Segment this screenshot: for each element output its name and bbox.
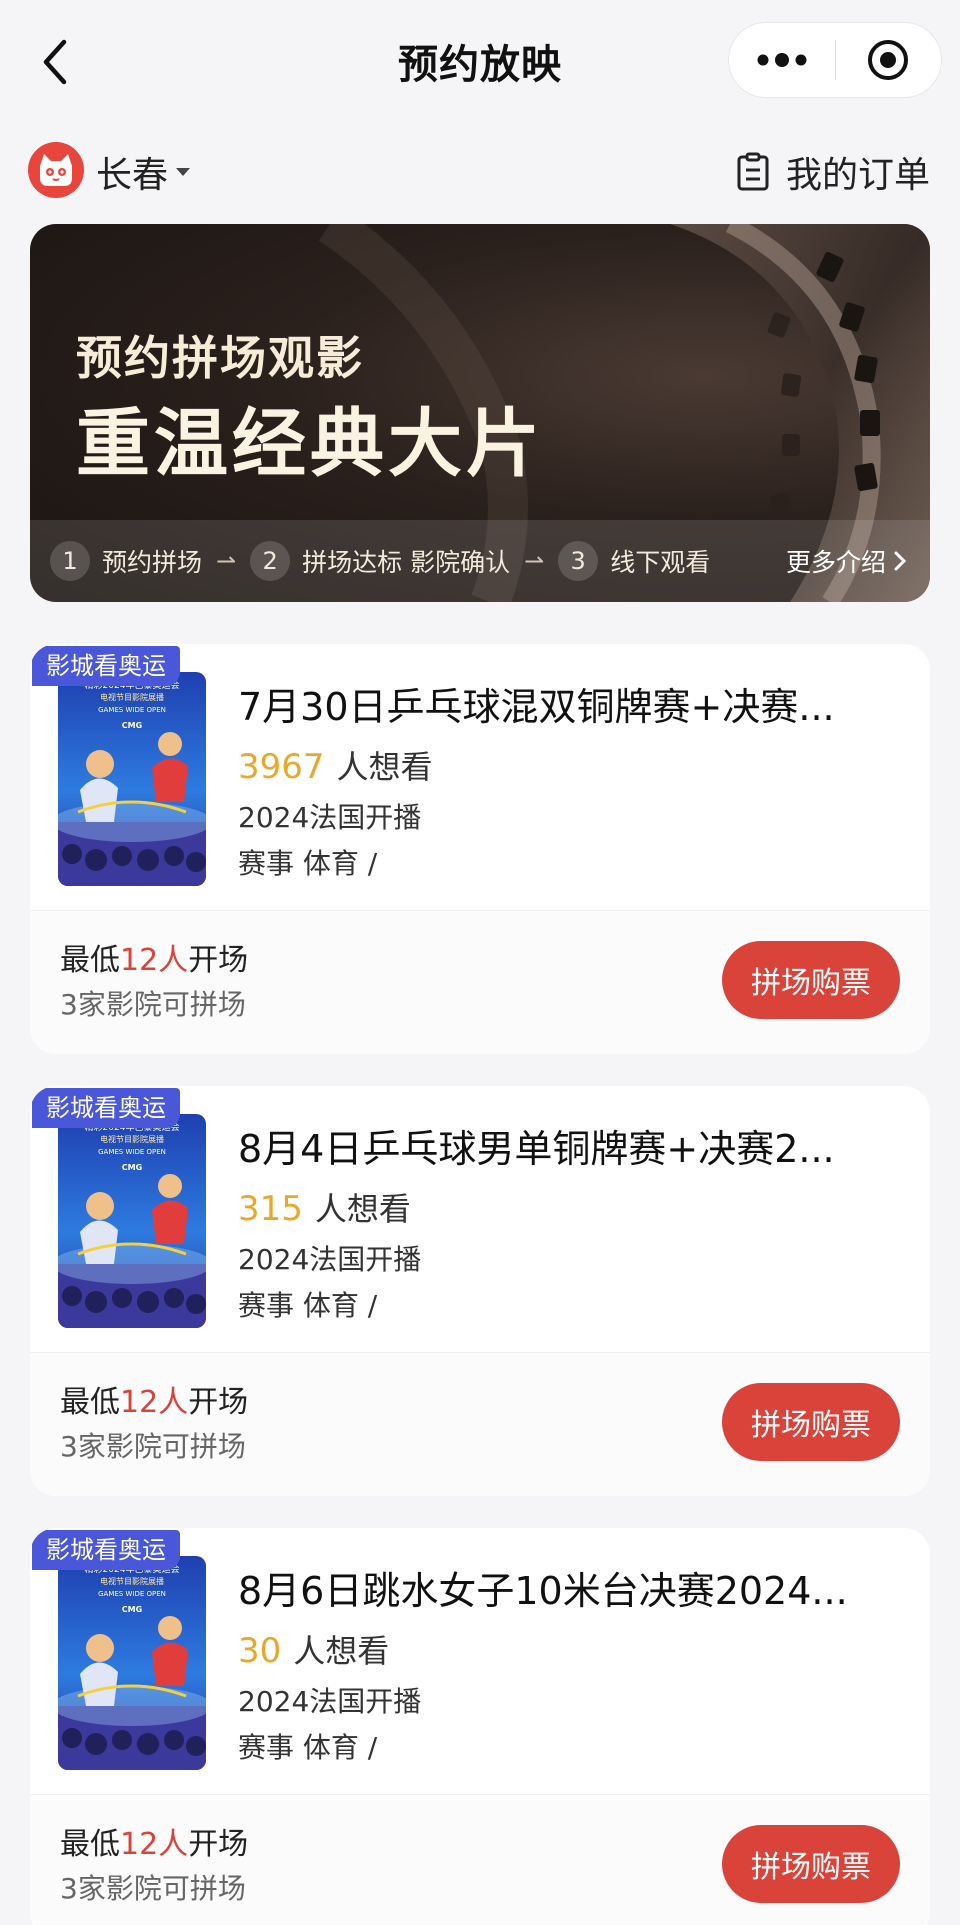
want-count: 30 — [238, 1631, 282, 1671]
genre-info: 赛事 体育 / — [238, 1731, 378, 1764]
poster-image: 精彩2024年巴黎奥运会 电视节目影院展播 GAMES WIDE OPEN CM… — [58, 672, 206, 886]
group-buy-button[interactable]: 拼场购票 — [722, 1383, 900, 1461]
step-2-label: 拼场达标 影院确认 — [302, 548, 511, 577]
event-card[interactable]: 影城看奥运 精彩2024年巴黎奥运会 电视节目影院展播 GAMES WIDE O… — [30, 1528, 930, 1925]
cinema-count: 3家影院可拼场 — [60, 1872, 246, 1905]
want-to-see: 3967 人想看 — [238, 742, 433, 788]
event-card[interactable]: 影城看奥运 精彩2024年巴黎奥运会 电视节目影院展播 GAMES WIDE O… — [30, 1086, 930, 1496]
target-icon — [868, 40, 909, 80]
min-prefix: 最低 — [60, 1385, 120, 1420]
release-info: 2024法国开播 — [238, 801, 422, 834]
want-label: 人想看 — [336, 748, 433, 786]
cinema-count: 3家影院可拼场 — [60, 988, 246, 1021]
city-selector[interactable]: 长春 — [96, 146, 191, 198]
poster-second-line: 电视节目影院展播 — [100, 692, 164, 702]
cinema-count: 3家影院可拼场 — [60, 1430, 246, 1463]
event-tag: 影城看奥运 — [32, 1530, 180, 1570]
want-count: 3967 — [238, 747, 325, 787]
min-suffix: 开场 — [188, 943, 249, 978]
min-count: 12人 — [120, 1385, 189, 1420]
release-info: 2024法国开播 — [238, 1243, 422, 1276]
event-card[interactable]: 影城看奥运 精彩2024年巴黎奥运会 电视节目影院展播 GAMES WIDE O… — [30, 644, 930, 1054]
mini-program-capsule — [728, 22, 942, 98]
my-orders-link[interactable]: 我的订单 — [736, 146, 930, 198]
more-button[interactable] — [729, 22, 835, 98]
step-arrow: ⇀ — [216, 547, 237, 575]
step-2-number: 2 — [250, 541, 291, 581]
event-tag: 影城看奥运 — [32, 646, 180, 686]
min-suffix: 开场 — [188, 1827, 249, 1862]
cat-logo-icon — [28, 142, 84, 198]
close-mini-program-button[interactable] — [836, 22, 942, 98]
poster-tagline: GAMES WIDE OPEN — [98, 1148, 166, 1156]
min-attendance: 最低12人开场 — [60, 1377, 248, 1421]
banner-subtitle: 预约拼场观影 — [76, 331, 364, 385]
step-3-number: 3 — [558, 541, 599, 581]
list-document-icon — [736, 152, 770, 192]
event-poster[interactable]: 精彩2024年巴黎奥运会 电视节目影院展播 GAMES WIDE OPEN CM… — [58, 1556, 206, 1770]
poster-logo: CMG — [122, 721, 142, 730]
step-1-number: 1 — [50, 541, 90, 581]
event-title[interactable]: 7月30日乒乓球混双铜牌赛+决赛... — [238, 676, 898, 731]
min-prefix: 最低 — [60, 943, 120, 978]
city-label: 长春 — [96, 155, 169, 196]
group-booking-bar: 最低12人开场 3家影院可拼场 拼场购票 — [30, 1352, 930, 1496]
want-to-see: 30 人想看 — [238, 1626, 389, 1672]
step-arrow: ⇀ — [524, 547, 545, 575]
group-buy-button[interactable]: 拼场购票 — [722, 941, 900, 1019]
min-attendance: 最低12人开场 — [60, 1819, 248, 1863]
poster-second-line: 电视节目影院展播 — [100, 1134, 164, 1144]
event-tag: 影城看奥运 — [32, 1088, 180, 1128]
my-orders-label: 我的订单 — [785, 155, 930, 196]
event-info[interactable]: 影城看奥运 精彩2024年巴黎奥运会 电视节目影院展播 GAMES WIDE O… — [30, 1086, 930, 1352]
genre-info: 赛事 体育 / — [238, 847, 378, 880]
event-info[interactable]: 影城看奥运 精彩2024年巴黎奥运会 电视节目影院展播 GAMES WIDE O… — [30, 1528, 930, 1794]
nav-header: 预约放映 — [0, 0, 960, 120]
more-dots-icon — [757, 53, 807, 67]
banner-title: 重温经典大片 — [76, 401, 544, 487]
event-title[interactable]: 8月4日乒乓球男单铜牌赛+决赛2... — [238, 1118, 898, 1173]
poster-image: 精彩2024年巴黎奥运会 电视节目影院展播 GAMES WIDE OPEN CM… — [58, 1114, 206, 1328]
min-attendance: 最低12人开场 — [60, 935, 248, 979]
want-to-see: 315 人想看 — [238, 1184, 411, 1230]
poster-logo: CMG — [122, 1605, 142, 1614]
poster-second-line: 电视节目影院展播 — [100, 1576, 164, 1586]
poster-logo: CMG — [122, 1163, 142, 1172]
poster-tagline: GAMES WIDE OPEN — [98, 1590, 166, 1598]
more-intro-link[interactable]: 更多介绍 — [786, 543, 908, 579]
promo-banner[interactable]: 预约拼场观影 重温经典大片 1 预约拼场 ⇀ 2 拼场达标 影院确认 ⇀ 3 线… — [30, 224, 930, 602]
poster-tagline: GAMES WIDE OPEN — [98, 706, 166, 714]
location-bar: 长春 我的订单 — [0, 138, 960, 200]
want-count: 315 — [238, 1189, 303, 1229]
step-1-label: 预约拼场 — [102, 548, 203, 577]
min-suffix: 开场 — [188, 1385, 249, 1420]
event-poster[interactable]: 精彩2024年巴黎奥运会 电视节目影院展播 GAMES WIDE OPEN CM… — [58, 672, 206, 886]
event-info[interactable]: 影城看奥运 精彩2024年巴黎奥运会 电视节目影院展播 GAMES WIDE O… — [30, 644, 930, 910]
want-label: 人想看 — [314, 1190, 411, 1228]
step-3-label: 线下观看 — [610, 548, 711, 577]
group-booking-bar: 最低12人开场 3家影院可拼场 拼场购票 — [30, 1794, 930, 1925]
want-label: 人想看 — [293, 1632, 390, 1670]
event-title[interactable]: 8月6日跳水女子10米台决赛2024... — [238, 1560, 898, 1615]
more-intro-label: 更多介绍 — [785, 548, 886, 577]
poster-image: 精彩2024年巴黎奥运会 电视节目影院展播 GAMES WIDE OPEN CM… — [58, 1556, 206, 1770]
genre-info: 赛事 体育 / — [238, 1289, 378, 1322]
banner-steps: 1 预约拼场 ⇀ 2 拼场达标 影院确认 ⇀ 3 线下观看 更多介绍 — [30, 520, 930, 602]
group-buy-button[interactable]: 拼场购票 — [722, 1825, 900, 1903]
min-prefix: 最低 — [60, 1827, 120, 1862]
event-poster[interactable]: 精彩2024年巴黎奥运会 电视节目影院展播 GAMES WIDE OPEN CM… — [58, 1114, 206, 1328]
caret-down-icon — [176, 168, 191, 176]
chevron-right-icon — [894, 551, 907, 571]
release-info: 2024法国开播 — [238, 1685, 422, 1718]
min-count: 12人 — [120, 943, 189, 978]
min-count: 12人 — [120, 1827, 189, 1862]
group-booking-bar: 最低12人开场 3家影院可拼场 拼场购票 — [30, 910, 930, 1054]
